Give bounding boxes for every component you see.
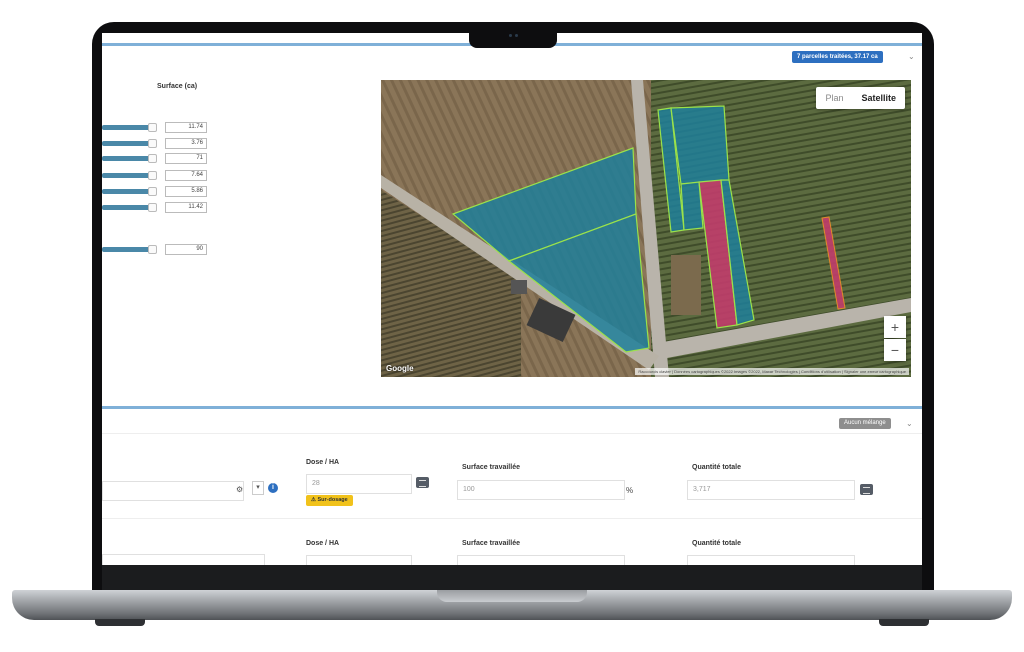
surface-value-input[interactable]: 11.74	[165, 122, 207, 133]
surface-value-input[interactable]: 7.64	[165, 170, 207, 181]
worked-surface-label: Surface travaillée	[462, 540, 520, 547]
chevron-down-icon[interactable]: ▾	[252, 481, 264, 495]
total-quantity-input[interactable]: 3,717	[687, 480, 855, 500]
percent-unit: %	[626, 486, 634, 495]
product-select[interactable]	[102, 481, 244, 501]
camera-notch	[469, 24, 557, 48]
surface-slider-track[interactable]	[102, 173, 152, 178]
worked-surface-input[interactable]: 100	[457, 480, 625, 500]
info-icon[interactable]: i	[268, 483, 278, 493]
app-screen: 7 parcelles traitées, 37.17 ca ⌄ Surface…	[102, 33, 922, 565]
map-attribution[interactable]: Raccourcis clavier | Données cartographi…	[635, 368, 909, 375]
map-type-toggle[interactable]: Plan Satellite	[816, 87, 905, 109]
surface-value-input[interactable]: 11.42	[165, 202, 207, 213]
surface-slider-handle[interactable]	[148, 187, 157, 196]
calculator-icon[interactable]	[860, 484, 873, 495]
section-divider	[102, 406, 922, 409]
zoom-out-button[interactable]: −	[884, 339, 906, 361]
laptop-opening-lip	[437, 590, 587, 602]
surface-value-input[interactable]: 71	[165, 153, 207, 164]
surface-slider-row: 11.42	[102, 202, 212, 213]
surface-slider-track[interactable]	[102, 247, 152, 252]
surface-slider-track[interactable]	[102, 156, 152, 161]
surface-slider-handle[interactable]	[148, 203, 157, 212]
product-select[interactable]	[102, 554, 265, 565]
camera-dot	[515, 34, 518, 37]
laptop-mockup: 7 parcelles traitées, 37.17 ca ⌄ Surface…	[0, 0, 1024, 652]
map-imagery	[381, 80, 911, 377]
total-quantity-label: Quantité totale	[692, 464, 742, 471]
worked-surface-input[interactable]	[457, 555, 625, 565]
dose-input[interactable]: 28	[306, 474, 412, 494]
surface-column-header: Surface (ca)	[157, 83, 198, 90]
surface-slider-row: 71	[102, 153, 212, 164]
surface-value-input[interactable]: 5.86	[165, 186, 207, 197]
mix-badge[interactable]: Aucun mélange	[839, 418, 891, 429]
laptop-chin	[102, 565, 922, 590]
laptop-foot	[879, 619, 929, 626]
surface-slider-handle[interactable]	[148, 245, 157, 254]
zoom-in-button[interactable]: +	[884, 316, 906, 338]
surface-slider-handle[interactable]	[148, 171, 157, 180]
map-toggle-satellite[interactable]: Satellite	[852, 87, 905, 109]
google-logo: Google	[386, 364, 414, 373]
surface-slider-row: 5.86	[102, 186, 212, 197]
dose-label: Dose / HA	[306, 459, 340, 466]
surface-value-input[interactable]: 90	[165, 244, 207, 255]
chevron-down-icon[interactable]: ⌄	[908, 52, 915, 61]
row-divider	[102, 433, 922, 434]
camera-dot	[509, 34, 512, 37]
surface-slider-row: 7.64	[102, 170, 212, 181]
map-toggle-plan[interactable]: Plan	[816, 87, 852, 109]
surface-slider-handle[interactable]	[148, 154, 157, 163]
satellite-map[interactable]: Plan Satellite + − Google Raccourcis cla…	[381, 80, 911, 377]
row-divider	[102, 518, 922, 519]
laptop-foot	[95, 619, 145, 626]
surface-slider-track[interactable]	[102, 205, 152, 210]
total-quantity-label: Quantité totale	[692, 540, 742, 547]
gear-icon[interactable]: ⚙	[236, 485, 243, 494]
surface-slider-handle[interactable]	[148, 139, 157, 148]
surface-value-input[interactable]: 3.76	[165, 138, 207, 149]
surface-slider-track[interactable]	[102, 141, 152, 146]
total-quantity-input[interactable]	[687, 555, 855, 565]
surface-slider-track[interactable]	[102, 125, 152, 130]
overdose-warning-badge: ⚠ Sur-dosage	[306, 495, 353, 506]
surface-slider-row: 11.74	[102, 122, 212, 133]
laptop-base	[12, 590, 1012, 620]
parcels-badge[interactable]: 7 parcelles traitées, 37.17 ca	[792, 51, 883, 63]
dose-label: Dose / HA	[306, 540, 340, 547]
overdose-warning-text: Sur-dosage	[317, 497, 348, 503]
worked-surface-label: Surface travaillée	[462, 464, 520, 471]
calculator-icon[interactable]	[416, 477, 429, 488]
chevron-down-icon[interactable]: ⌄	[906, 419, 913, 428]
warning-icon: ⚠	[311, 497, 316, 503]
dose-input[interactable]	[306, 555, 412, 565]
surface-slider-handle[interactable]	[148, 123, 157, 132]
surface-slider-row: 3.76	[102, 138, 212, 149]
surface-slider-row: 90	[102, 244, 212, 255]
surface-slider-track[interactable]	[102, 189, 152, 194]
